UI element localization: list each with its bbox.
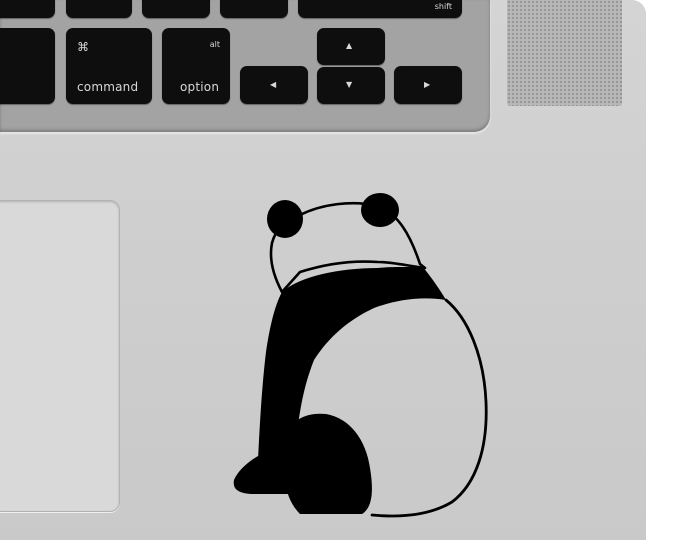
laptop-palm-rest: shift ⌘ command alt option ◀ ▲ ▼ ▶	[0, 0, 646, 540]
panda-icon	[233, 193, 488, 518]
